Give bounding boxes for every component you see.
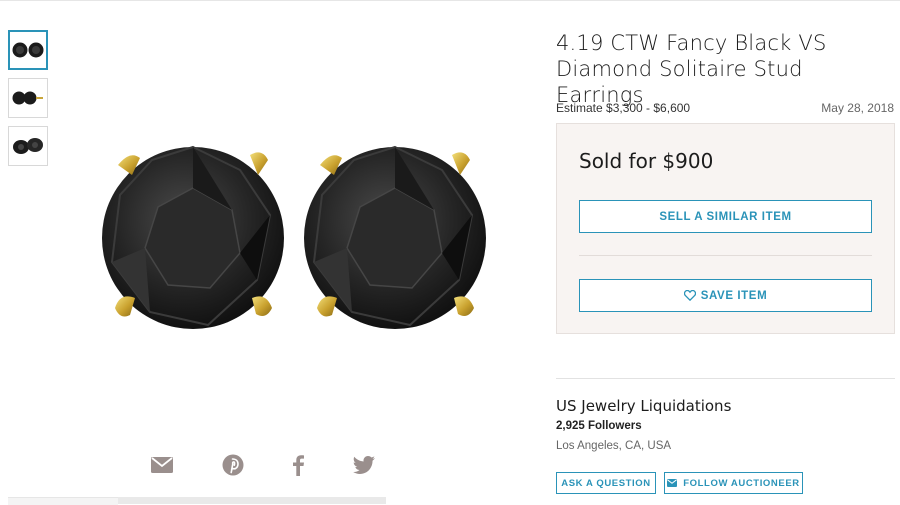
- thumbnail-1[interactable]: [8, 30, 48, 70]
- share-twitter-button[interactable]: [351, 452, 377, 478]
- estimate-range: Estimate $3,300 - $6,600: [556, 101, 691, 115]
- ask-question-label: ASK A QUESTION: [561, 477, 651, 489]
- ask-question-button[interactable]: ASK A QUESTION: [556, 472, 656, 494]
- sold-price: Sold for $900: [579, 149, 714, 173]
- thumbnail-2[interactable]: [8, 78, 48, 118]
- earring-right: [304, 145, 486, 329]
- details-tab-bar: [118, 497, 386, 504]
- sell-similar-item-button[interactable]: SELL A SIMILAR ITEM: [579, 200, 872, 233]
- envelope-icon: [667, 479, 678, 487]
- thumbnail-3[interactable]: [8, 126, 48, 166]
- seller-location: Los Angeles, CA, USA: [556, 440, 672, 452]
- save-item-label: SAVE ITEM: [700, 289, 768, 302]
- seller-separator: [556, 378, 895, 379]
- product-image: [102, 145, 486, 329]
- follow-auctioneer-label: FOLLOW AUCTIONEER: [683, 477, 800, 489]
- earring-left: [102, 145, 284, 329]
- save-item-button[interactable]: SAVE ITEM: [579, 279, 872, 312]
- top-border: [0, 0, 900, 1]
- seller-name[interactable]: US Jewelry Liquidations: [556, 397, 731, 415]
- earrings-angle-thumbnail-icon: [13, 138, 43, 154]
- share-facebook-button[interactable]: [285, 452, 311, 478]
- earrings-side-thumbnail-icon: [12, 91, 43, 105]
- sold-panel: Sold for $900 SELL A SIMILAR ITEM SAVE I…: [556, 123, 895, 334]
- pinterest-icon: [222, 454, 244, 476]
- share-email-button[interactable]: [149, 452, 175, 478]
- listing-title: 4.19 CTW Fancy Black VS Diamond Solitair…: [556, 31, 827, 107]
- facebook-icon: [293, 455, 304, 476]
- heart-icon: [683, 290, 696, 301]
- earrings-front-thumbnail-icon: [12, 42, 44, 58]
- sold-panel-divider: [579, 255, 872, 256]
- email-icon: [151, 457, 173, 473]
- follow-auctioneer-button[interactable]: FOLLOW AUCTIONEER: [664, 472, 803, 494]
- twitter-icon: [353, 456, 375, 474]
- auction-date: May 28, 2018: [821, 101, 894, 115]
- seller-followers: 2,925 Followers: [556, 420, 642, 432]
- share-pinterest-button[interactable]: [220, 452, 246, 478]
- sell-similar-item-label: SELL A SIMILAR ITEM: [659, 210, 792, 223]
